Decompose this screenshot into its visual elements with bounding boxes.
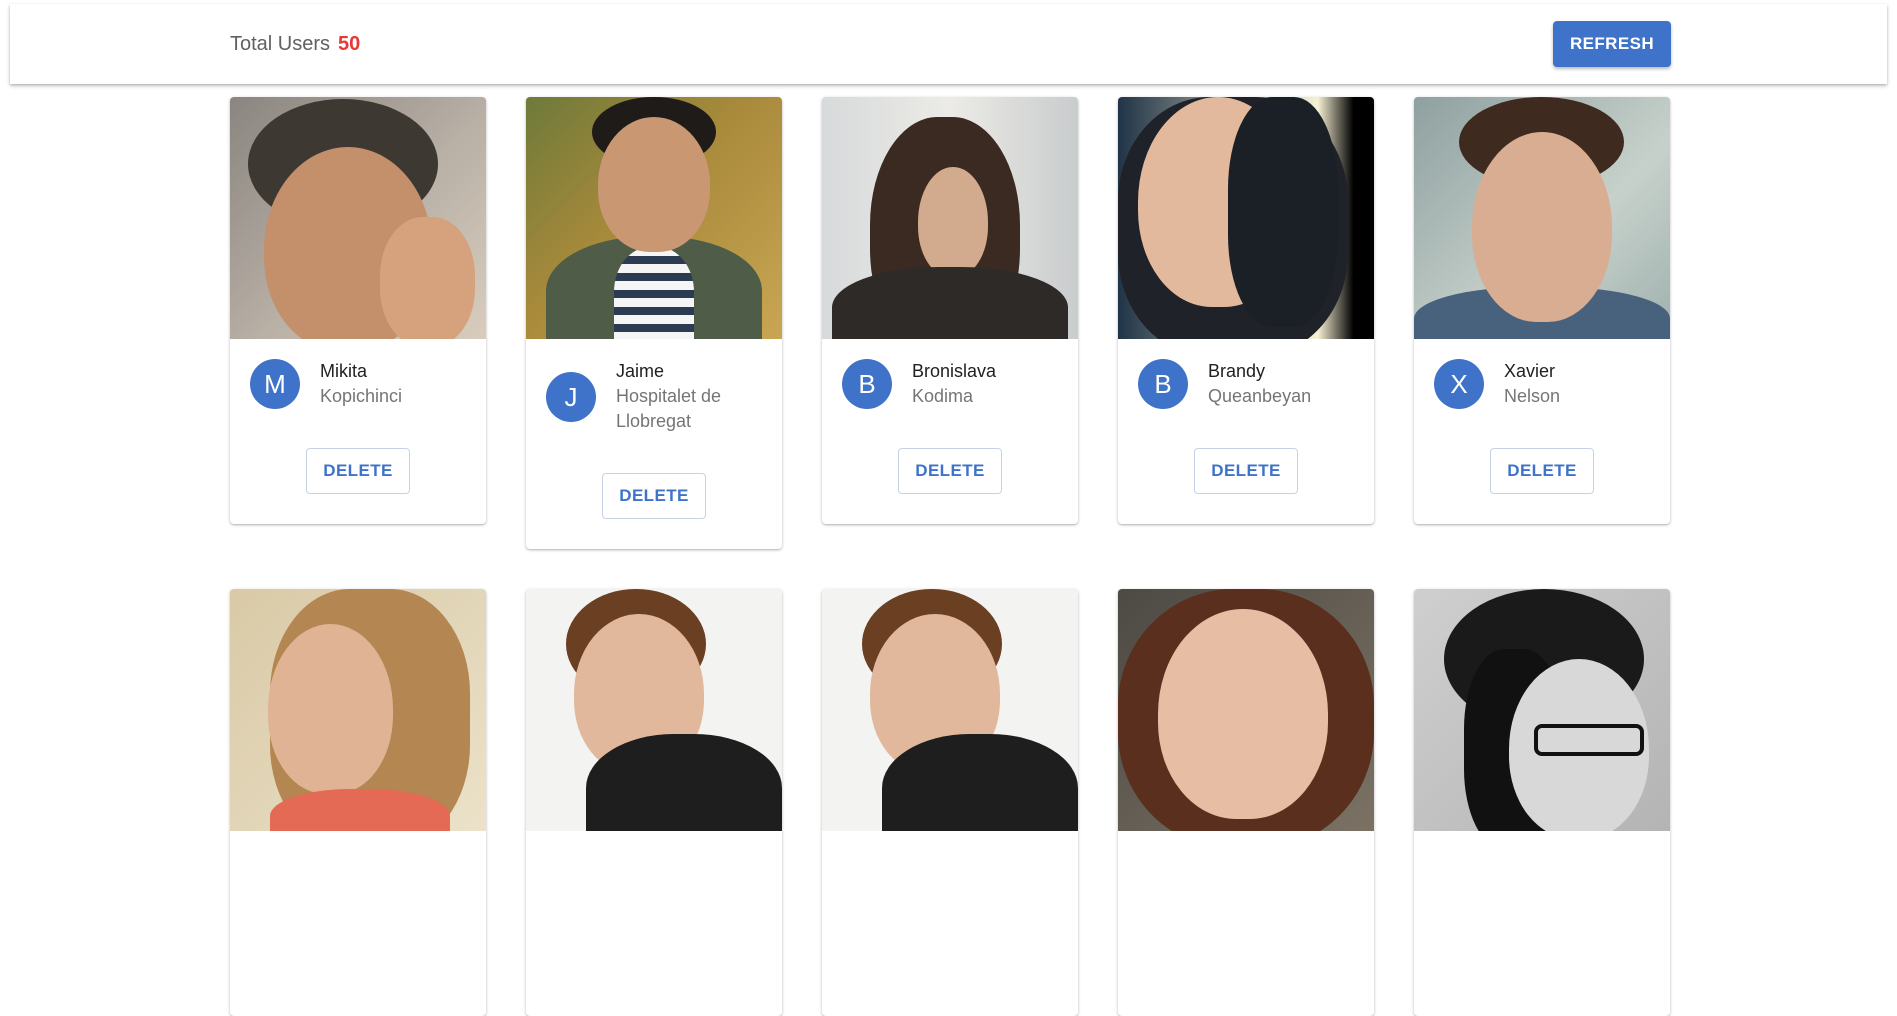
user-city: Queanbeyan: [1208, 386, 1312, 406]
user-name: Mikita: [320, 361, 368, 381]
user-avatar: B: [842, 359, 892, 409]
user-avatar: X: [1434, 359, 1484, 409]
user-card: [230, 589, 486, 1016]
user-card: M Mikita Kopichinci DELETE: [230, 97, 486, 524]
user-card: B Bronislava Kodima DELETE: [822, 97, 1078, 524]
user-card: [1414, 589, 1670, 1016]
user-photo: [1414, 97, 1670, 339]
total-users-counter: Total Users 50: [230, 4, 360, 84]
total-users-label: Total Users: [230, 33, 331, 55]
user-avatar: J: [546, 372, 596, 422]
delete-button[interactable]: DELETE: [898, 448, 1002, 494]
user-photo: [1118, 97, 1374, 339]
user-avatar: M: [250, 359, 300, 409]
refresh-button[interactable]: REFRESH: [1553, 21, 1671, 67]
user-photo: [526, 589, 782, 831]
user-avatar: B: [1138, 359, 1188, 409]
user-city: Hospitalet de Llobregat: [616, 386, 722, 431]
user-city: Kopichinci: [320, 386, 403, 406]
user-card: [822, 589, 1078, 1016]
user-city: Kodima: [912, 386, 974, 406]
user-photo: [526, 97, 782, 339]
delete-button[interactable]: DELETE: [1490, 448, 1594, 494]
user-name: Jaime: [616, 361, 665, 381]
delete-button[interactable]: DELETE: [306, 448, 410, 494]
user-city: Nelson: [1504, 386, 1561, 406]
user-photo: [822, 589, 1078, 831]
user-photo: [1118, 589, 1374, 831]
user-name: Xavier: [1504, 361, 1556, 381]
delete-button[interactable]: DELETE: [1194, 448, 1298, 494]
user-photo: [822, 97, 1078, 339]
user-photo: [230, 589, 486, 831]
total-users-count: 50: [338, 33, 361, 55]
user-card: [526, 589, 782, 1016]
top-app-bar: Total Users 50 REFRESH: [10, 4, 1887, 84]
user-photo: [230, 97, 486, 339]
user-name: Bronislava: [912, 361, 997, 381]
user-photo: [1414, 589, 1670, 831]
user-card: B Brandy Queanbeyan DELETE: [1118, 97, 1374, 524]
user-card: [1118, 589, 1374, 1016]
user-card: J Jaime Hospitalet de Llobregat DELETE: [526, 97, 782, 549]
user-card: X Xavier Nelson DELETE: [1414, 97, 1670, 524]
delete-button[interactable]: DELETE: [602, 473, 706, 519]
user-name: Brandy: [1208, 361, 1266, 381]
